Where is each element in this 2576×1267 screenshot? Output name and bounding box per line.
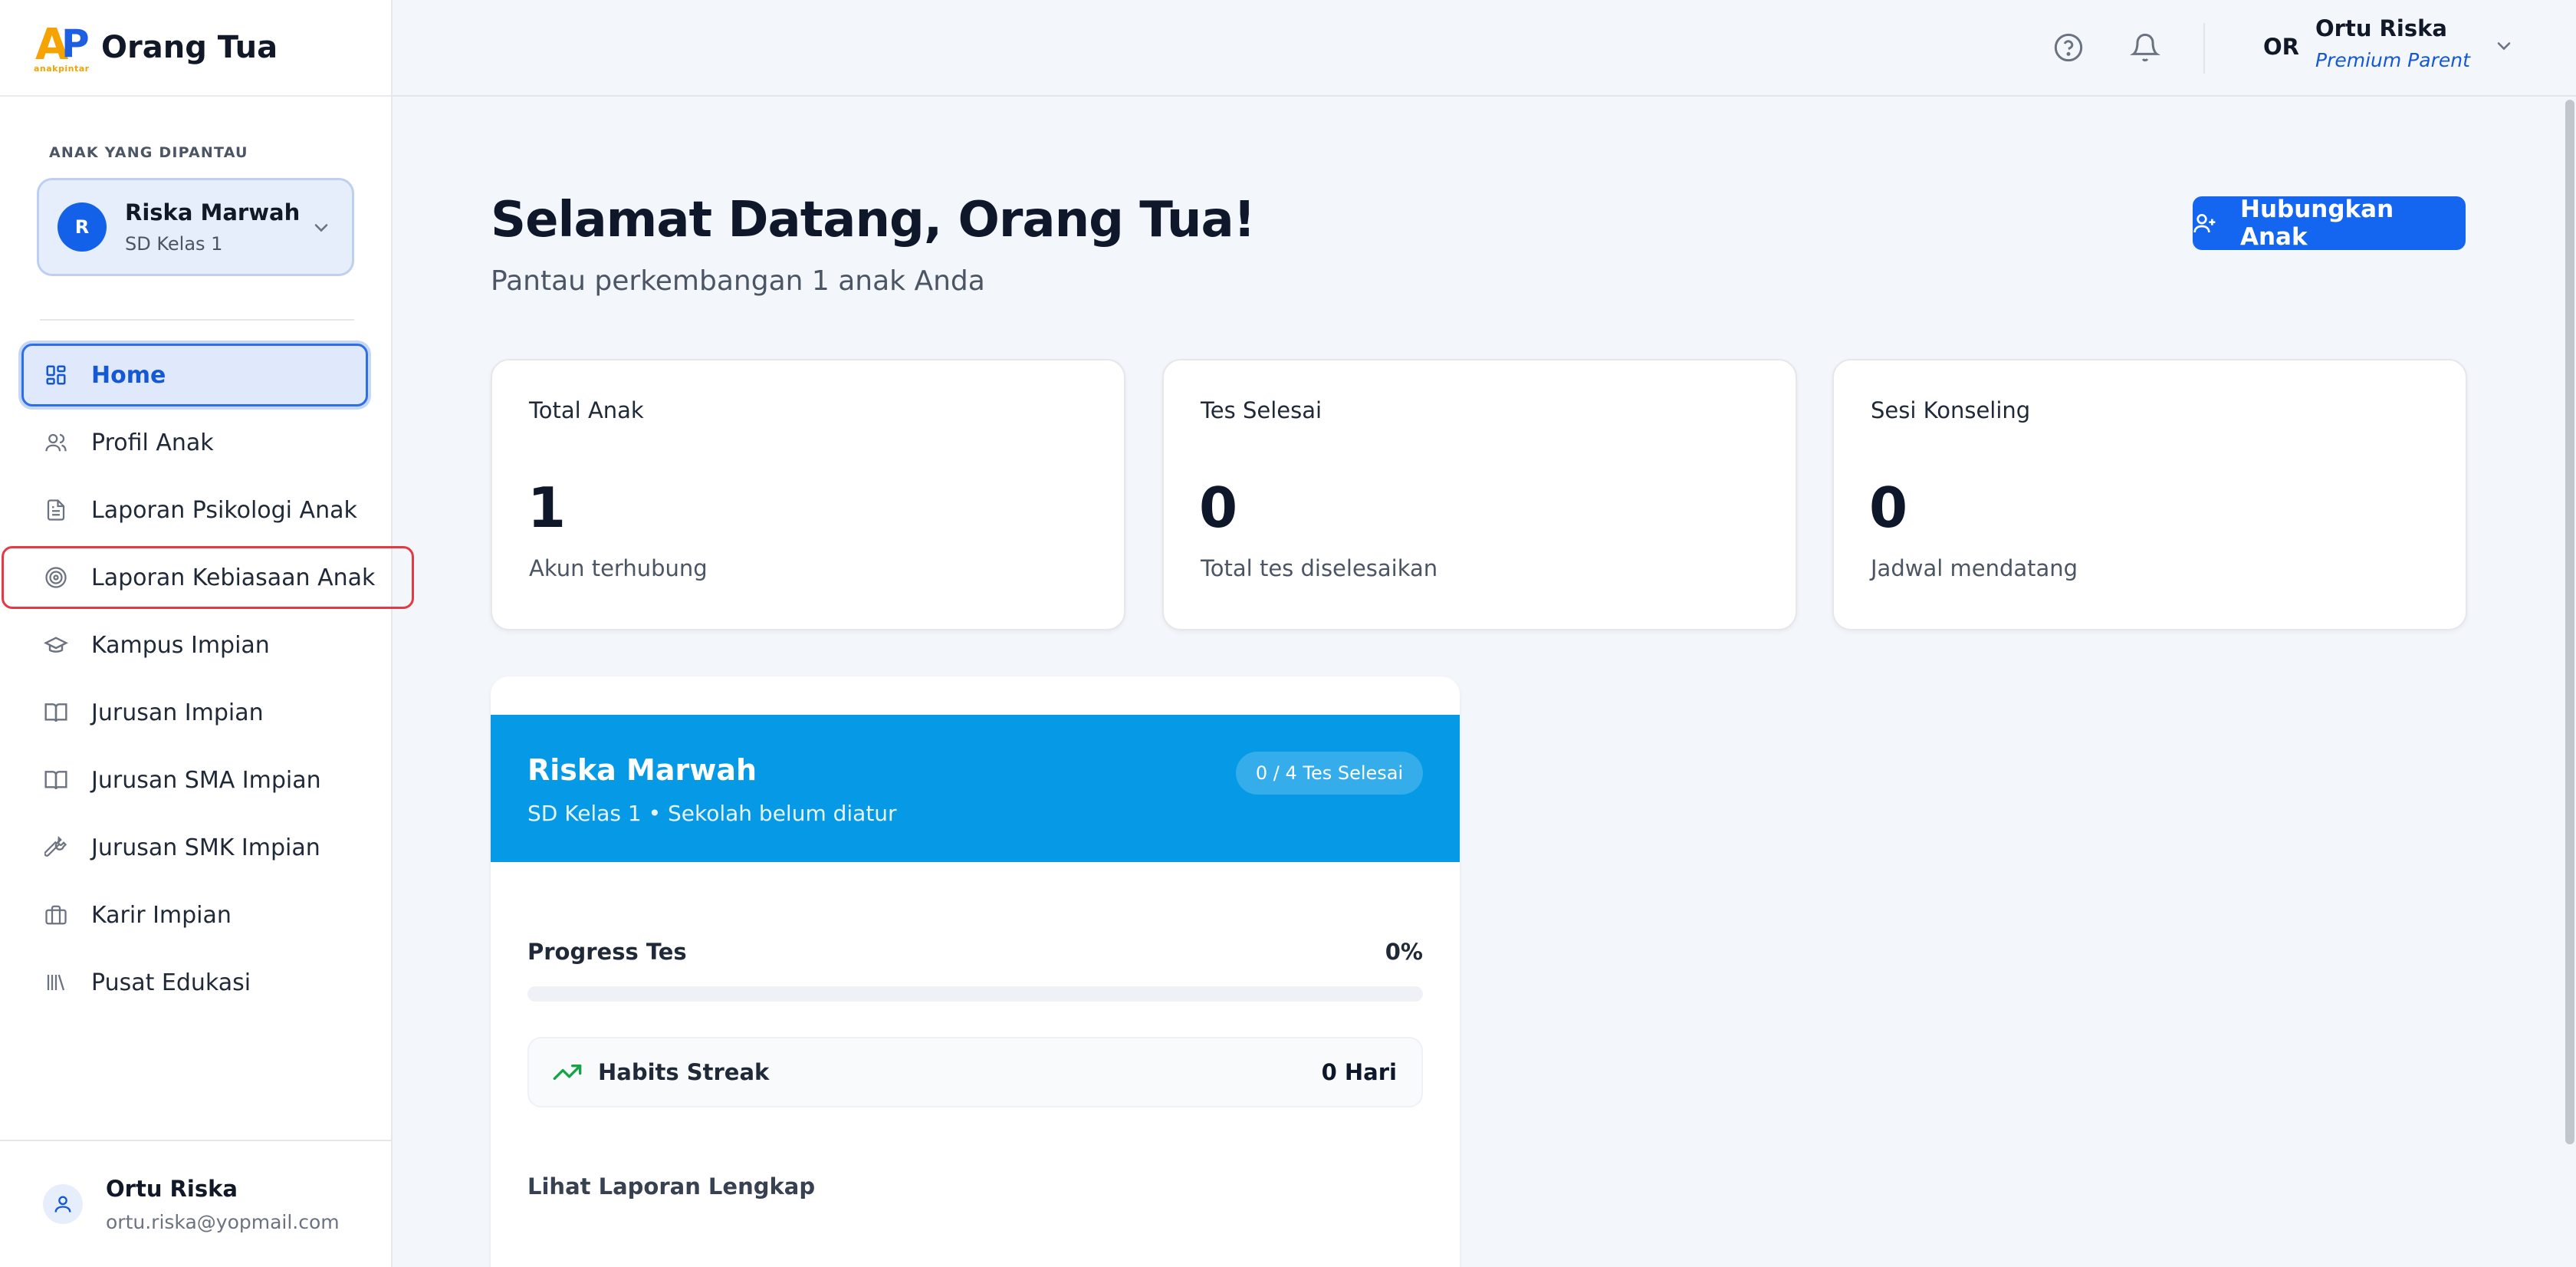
habits-streak-row: Habits Streak 0 Hari: [527, 1037, 1423, 1107]
stat-desc: Jadwal mendatang: [1871, 555, 2078, 581]
child-card-header: Riska Marwah SD Kelas 1 • Sekolah belum …: [491, 715, 1460, 862]
child-avatar: R: [58, 202, 107, 252]
connect-child-label: Hubungkan Anak: [2240, 196, 2394, 251]
stat-value: 0: [1869, 476, 1908, 540]
progress-value: 0%: [1385, 939, 1423, 965]
child-grade: SD Kelas 1: [125, 233, 223, 255]
users-icon: [44, 430, 68, 455]
stat-label: Sesi Konseling: [1871, 397, 2031, 423]
grid-icon: [44, 363, 68, 387]
briefcase-icon: [44, 903, 68, 927]
sidebar-user-email: ortu.riska@yopmail.com: [106, 1210, 340, 1233]
sidebar-item-label: Home: [91, 361, 166, 389]
target-icon: [44, 565, 68, 590]
sidebar-item-label: Kampus Impian: [91, 631, 270, 659]
graduation-cap-icon: [44, 633, 68, 657]
page-subtitle: Pantau perkembangan 1 anak Anda: [491, 265, 985, 297]
chevron-down-icon: [314, 224, 328, 232]
sidebar-item-kampus-impian[interactable]: Kampus Impian: [21, 614, 368, 676]
stat-card-sesi-konseling: Sesi Konseling 0 Jadwal mendatang: [1832, 359, 2467, 630]
header-user-role: Premium Parent: [2315, 49, 2470, 71]
sidebar-nav: Home Profil Anak Laporan Psikologi Anak …: [2, 344, 414, 1019]
stat-desc: Total tes diselesaikan: [1201, 555, 1438, 581]
sidebar-item-profil-anak[interactable]: Profil Anak: [21, 411, 368, 474]
user-initials-avatar[interactable]: OR: [2263, 34, 2299, 60]
sidebar-item-pusat-edukasi[interactable]: Pusat Edukasi: [21, 951, 368, 1014]
sidebar-item-laporan-kebiasaan[interactable]: Laporan Kebiasaan Anak: [2, 546, 414, 609]
stat-value: 0: [1199, 476, 1238, 540]
page-title: Selamat Datang, Orang Tua!: [491, 192, 1256, 248]
connect-child-button[interactable]: Hubungkan Anak: [2193, 196, 2466, 251]
book-open-icon: [44, 700, 68, 725]
progress-label: Progress Tes: [527, 939, 687, 965]
stat-value: 1: [527, 476, 567, 540]
sidebar-item-label: Laporan Kebiasaan Anak: [91, 564, 376, 591]
scrollbar-thumb[interactable]: [2565, 100, 2574, 1144]
stat-card-total-anak: Total Anak 1 Akun terhubung: [491, 359, 1125, 630]
child-card-school: SD Kelas 1 • Sekolah belum diatur: [527, 801, 897, 826]
main-content: Selamat Datang, Orang Tua! Pantau perkem…: [393, 98, 2576, 1267]
document-icon: [44, 498, 68, 522]
stat-desc: Akun terhubung: [529, 555, 708, 581]
sidebar-item-karir-impian[interactable]: Karir Impian: [21, 884, 368, 946]
top-header: OR Ortu Riska Premium Parent: [393, 0, 2576, 97]
sidebar-user-name: Ortu Riska: [106, 1175, 238, 1202]
sidebar-item-home[interactable]: Home: [21, 344, 368, 406]
help-icon[interactable]: [2053, 32, 2084, 63]
stat-label: Tes Selesai: [1201, 397, 1322, 423]
tests-completed-badge: 0 / 4 Tes Selesai: [1236, 752, 1423, 795]
sidebar-item-jurusan-impian[interactable]: Jurusan Impian: [21, 681, 368, 744]
child-card[interactable]: Riska Marwah SD Kelas 1 • Sekolah belum …: [491, 676, 1460, 1267]
child-name: Riska Marwah: [125, 199, 301, 225]
stat-card-tes-selesai: Tes Selesai 0 Total tes diselesaikan: [1162, 359, 1797, 630]
sidebar-user[interactable]: Ortu Riska ortu.riska@yopmail.com: [0, 1140, 393, 1267]
sidebar: AP anakpintar Orang Tua ANAK YANG DIPANT…: [0, 0, 414, 1267]
chevron-down-icon[interactable]: [2493, 35, 2515, 57]
user-plus-icon: [2193, 211, 2217, 235]
sidebar-item-label: Pusat Edukasi: [91, 969, 251, 996]
sidebar-divider: [40, 319, 354, 321]
child-card-name: Riska Marwah: [527, 753, 757, 787]
sidebar-item-label: Laporan Psikologi Anak: [91, 496, 357, 524]
sidebar-item-label: Jurusan SMA Impian: [91, 766, 321, 794]
trending-up-icon: [553, 1065, 582, 1080]
library-icon: [44, 970, 68, 995]
header-user-name[interactable]: Ortu Riska: [2315, 15, 2447, 41]
user-icon: [43, 1184, 83, 1224]
full-report-link[interactable]: Lihat Laporan Lengkap: [527, 1173, 815, 1200]
streak-value: 0 Hari: [1321, 1059, 1397, 1085]
wrench-icon: [44, 835, 68, 860]
stat-label: Total Anak: [529, 397, 644, 423]
progress-bar: [527, 986, 1423, 1002]
sidebar-item-label: Karir Impian: [91, 901, 232, 929]
streak-label: Habits Streak: [598, 1059, 770, 1085]
sidebar-item-jurusan-sma[interactable]: Jurusan SMA Impian: [21, 749, 368, 811]
section-label: ANAK YANG DIPANTAU: [49, 144, 248, 161]
sidebar-item-jurusan-smk[interactable]: Jurusan SMK Impian: [21, 816, 368, 879]
sidebar-item-label: Jurusan Impian: [91, 699, 264, 726]
sidebar-item-laporan-psikologi[interactable]: Laporan Psikologi Anak: [21, 479, 368, 541]
app-title: Orang Tua: [101, 30, 278, 65]
child-selector[interactable]: R Riska Marwah SD Kelas 1: [37, 178, 354, 276]
header-divider: [2203, 23, 2205, 74]
sidebar-item-label: Jurusan SMK Impian: [91, 834, 320, 861]
sidebar-item-label: Profil Anak: [91, 429, 214, 456]
book-open-icon: [44, 768, 68, 792]
app-logo: AP anakpintar: [34, 20, 90, 74]
bell-icon[interactable]: [2130, 32, 2160, 63]
brand[interactable]: AP anakpintar Orang Tua: [0, 0, 391, 97]
